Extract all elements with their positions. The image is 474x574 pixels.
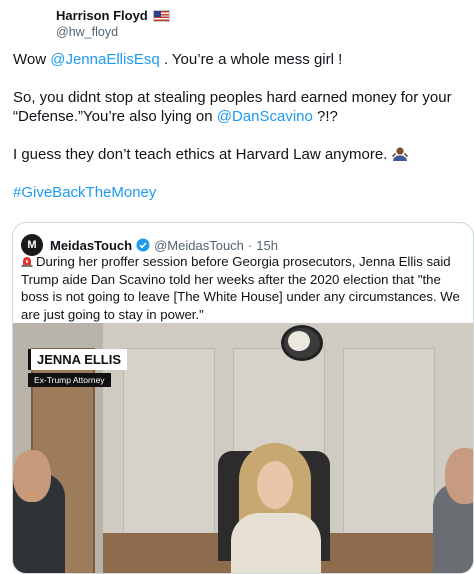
person bbox=[231, 513, 321, 573]
quoted-tweet-text: During her proffer session before Georgi… bbox=[21, 254, 460, 322]
verified-badge-icon bbox=[136, 238, 150, 252]
lower-third: JENNA ELLIS Ex-Trump Attorney bbox=[28, 349, 128, 388]
person bbox=[13, 450, 51, 502]
us-flag-icon bbox=[152, 9, 170, 22]
tweet-line-3: I guess they don’t teach ethics at Harva… bbox=[13, 145, 463, 164]
quoted-media-image[interactable]: JENNA ELLIS Ex-Trump Attorney bbox=[13, 323, 473, 573]
quoted-tweet[interactable]: M MeidasTouch @MeidasTouch · 15h During … bbox=[12, 222, 474, 574]
lower-third-name: JENNA ELLIS bbox=[28, 349, 128, 370]
lower-third-title: Ex-Trump Attorney bbox=[28, 373, 111, 387]
tweet-line-4: #GiveBackTheMoney bbox=[13, 183, 463, 202]
hashtag-link[interactable]: #GiveBackTheMoney bbox=[13, 184, 156, 201]
tweet-line-1: Wow @JennaEllisEsq . You’re a whole mess… bbox=[13, 51, 343, 68]
tweet-header: Harrison Floyd @hw_floyd bbox=[56, 8, 170, 39]
tweet-line-2: So, you didnt stop at stealing peoples h… bbox=[13, 89, 452, 125]
man-shrugging-emoji bbox=[391, 147, 408, 161]
timestamp[interactable]: 15h bbox=[256, 238, 278, 253]
quoted-author-name[interactable]: MeidasTouch bbox=[50, 238, 132, 253]
mention-link[interactable]: @JennaEllisEsq bbox=[50, 51, 159, 68]
mention-link[interactable]: @DanScavino bbox=[217, 108, 313, 125]
wall-clock bbox=[281, 325, 323, 361]
siren-icon bbox=[21, 257, 33, 267]
separator: · bbox=[247, 237, 253, 253]
person bbox=[445, 448, 473, 504]
tweet-text: Wow @JennaEllisEsq . You’re a whole mess… bbox=[13, 50, 463, 221]
author-name[interactable]: Harrison Floyd bbox=[56, 8, 148, 23]
quoted-author-handle[interactable]: @MeidasTouch bbox=[154, 238, 244, 253]
author-handle[interactable]: @hw_floyd bbox=[56, 25, 170, 39]
